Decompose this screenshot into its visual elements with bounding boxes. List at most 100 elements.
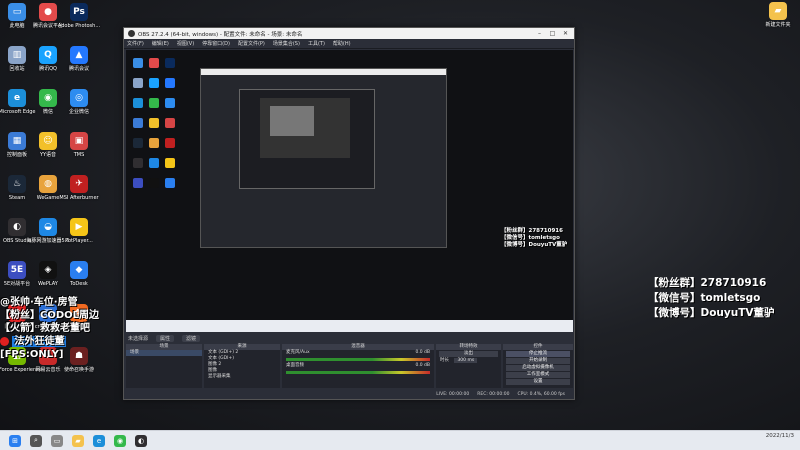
mic-volume-meter[interactable]	[286, 358, 430, 361]
desktop-shortcut-label: 腾讯QQ	[39, 66, 57, 72]
desktop-shortcut-label: WeGame	[36, 195, 60, 201]
desktop-shortcut[interactable]: ▭ 此电脑	[1, 3, 33, 37]
menu-item[interactable]: 编辑(E)	[152, 40, 169, 47]
search-icon[interactable]: ⌕	[30, 434, 42, 447]
app-icon: ◐	[8, 218, 26, 236]
menu-item[interactable]: 配置文件(P)	[238, 40, 265, 47]
app-icon: ◒	[39, 218, 57, 236]
app-icon: ◎	[70, 89, 88, 107]
transition-type-select[interactable]: 淡出	[439, 351, 498, 357]
folder-icon: ▰	[769, 2, 787, 20]
scenes-dock: 场景 场景	[126, 344, 202, 388]
scene-item[interactable]: 场景	[126, 350, 202, 356]
desktop-shortcut[interactable]: Ps Adobe Photosh...	[58, 3, 100, 37]
transitions-dock: 转场特效 淡出 时长 300 ms	[436, 344, 501, 388]
menu-item[interactable]: 工具(T)	[308, 40, 325, 47]
app-icon: ◆	[70, 261, 88, 279]
start-virtual-camera-button[interactable]: 启动虚拟摄像机	[506, 365, 570, 371]
app-icon: ♨	[8, 175, 26, 193]
cpu-fps: CPU: 0.4%, 60.00 fps	[517, 392, 566, 397]
desktop-shortcut-label: 控制面板	[6, 152, 27, 158]
desktop-folder-label: 新建文件夹	[765, 22, 791, 28]
source-item[interactable]: 显示器采集	[204, 374, 280, 380]
desktop-icon-grid: ▭ 此电脑 ● 腾讯会议平台 Ps Adobe Photosh... ▥ 回收站 Q 腾讯QQ ▲ 腾…	[0, 0, 100, 430]
obs-taskbar-icon[interactable]: ◐	[135, 434, 147, 447]
weibo-text: 【微博号】DouyuTV董驴	[648, 307, 775, 319]
menu-item[interactable]: 场景集合(S)	[273, 40, 300, 47]
mixer-channel-label: 麦克风/Aux 0.0 dB	[286, 350, 430, 355]
file-explorer-icon[interactable]: ▰	[72, 434, 84, 447]
minimize-icon[interactable]: –	[533, 28, 546, 39]
desktop-shortcut[interactable]: ◒ 海豚网游加速器5.0	[27, 218, 69, 252]
window-controls: – □ ✕	[533, 28, 572, 39]
desktop-shortcut-label: Microsoft Edge	[0, 109, 36, 115]
filters-button[interactable]: 滤镜	[182, 335, 201, 342]
app-icon: ▥	[8, 46, 26, 64]
desktop-shortcut-label: MSI Afterburner	[59, 195, 99, 201]
desktop-shortcut[interactable]: ● 腾讯会议平台	[32, 3, 64, 37]
danmu-line: 法外狂徒董	[0, 335, 130, 348]
desktop-shortcut[interactable]: ◐ OBS Studio	[1, 218, 33, 252]
preview-taskbar	[126, 320, 573, 332]
desktop-shortcut[interactable]: ▥ 回收站	[1, 46, 33, 80]
start-recording-button[interactable]: 开始录制	[506, 358, 570, 364]
stream-overlay-info: 【粉丝群】278710916 【微信号】tomletsgo 【微博号】Douyu…	[648, 276, 775, 321]
desktop-shortcut-label: YY语音	[39, 152, 57, 158]
tray-date: 2022/11/3	[765, 433, 794, 439]
app-icon: ●	[39, 3, 57, 21]
desktop-shortcut[interactable]: ♨ Steam	[1, 175, 33, 209]
desktop-shortcut[interactable]: ✈ MSI Afterburner	[59, 175, 99, 209]
desktop-shortcut[interactable]: ◈ WePLAY	[32, 261, 64, 295]
desktop-shortcut-label: Steam	[8, 195, 26, 201]
desktop-shortcut[interactable]: ◉ 微信	[32, 89, 64, 123]
menu-item[interactable]: 帮助(H)	[333, 40, 351, 47]
desktop-shortcut-label: 企业微信	[68, 109, 89, 115]
desktop-shortcut[interactable]: ◎ 企业微信	[63, 89, 95, 123]
desktop-shortcut[interactable]: e Microsoft Edge	[0, 89, 36, 123]
app-icon: ▭	[8, 3, 26, 21]
desktop-shortcut[interactable]: ☺ YY语音	[32, 132, 64, 166]
desktop-shortcut-label: 5E对战平台	[3, 281, 31, 287]
desktop-shortcut[interactable]: ▣ TMS	[63, 132, 95, 166]
live-timer: LIVE: 00:00:00	[436, 392, 470, 397]
desktop-shortcut[interactable]: ◆ ToDesk	[63, 261, 95, 295]
controls-dock: 控件 停止推流 开始录制 启动虚拟摄像机 工作室模式 设置	[503, 344, 573, 388]
desktop-volume-meter[interactable]	[286, 371, 430, 374]
settings-button[interactable]: 设置	[506, 379, 570, 385]
properties-button[interactable]: 属性	[156, 335, 175, 342]
studio-mode-button[interactable]: 工作室模式	[506, 372, 570, 378]
duration-input[interactable]: 300 ms	[454, 358, 478, 363]
obs-logo-icon	[128, 30, 135, 37]
maximize-icon[interactable]: □	[546, 28, 559, 39]
task-view-icon[interactable]: ▭	[51, 434, 63, 447]
edge-icon[interactable]: e	[93, 434, 105, 447]
stop-streaming-button[interactable]: 停止推流	[506, 351, 570, 357]
controls-dock-title: 控件	[503, 344, 573, 350]
desktop-folder-icon[interactable]: ▰ 新建文件夹	[762, 2, 794, 36]
wechat-icon[interactable]: ◉	[114, 434, 126, 447]
desktop-shortcut-label: WePLAY	[38, 281, 58, 287]
obs-docks: 场景 场景 来源 文本 (GDI+) 2 文本 (GDI+) 图像 2 图像 显…	[126, 344, 573, 388]
danmu-line: [FPS:ONLY]	[0, 349, 64, 360]
obs-preview-canvas[interactable]: 【粉丝群】278710916 【微信号】tomletsgo 【微博号】Douyu…	[126, 50, 573, 332]
system-tray: 2022/11/3	[766, 433, 794, 440]
desktop-shortcut[interactable]: 5E 5E对战平台	[1, 261, 33, 295]
menu-item[interactable]: 视图(V)	[177, 40, 194, 47]
desktop-shortcut[interactable]: ▶ PotPlayer...	[63, 218, 95, 252]
desktop-shortcut[interactable]: ▦ 控制面板	[1, 132, 33, 166]
mixer-dock: 混音器 麦克风/Aux 0.0 dB 桌面音频 0.0 dB	[282, 344, 434, 388]
menu-item[interactable]: 停靠窗口(D)	[202, 40, 230, 47]
desktop-shortcut-label: PotPlayer...	[65, 238, 93, 244]
menu-item[interactable]: 文件(F)	[127, 40, 144, 47]
desktop-shortcut[interactable]: ◍ WeGame	[32, 175, 64, 209]
start-menu-icon[interactable]: ⊞	[9, 434, 21, 447]
danmu-line: @张帅·车位·房管	[0, 297, 78, 308]
app-icon: Ps	[70, 3, 88, 21]
desktop-shortcut[interactable]: ▲ 腾讯会议	[63, 46, 95, 80]
obs-window[interactable]: OBS 27.2.4 (64-bit, windows) - 配置文件: 未命名…	[123, 27, 575, 400]
close-icon[interactable]: ✕	[559, 28, 572, 39]
desktop-shortcut[interactable]: Q 腾讯QQ	[32, 46, 64, 80]
obs-title-bar[interactable]: OBS 27.2.4 (64-bit, windows) - 配置文件: 未命名…	[124, 28, 574, 39]
desktop-shortcut-label: 腾讯会议	[68, 66, 89, 72]
preview-overlay-info: 【粉丝群】278710916 【微信号】tomletsgo 【微博号】Douyu…	[501, 228, 568, 248]
